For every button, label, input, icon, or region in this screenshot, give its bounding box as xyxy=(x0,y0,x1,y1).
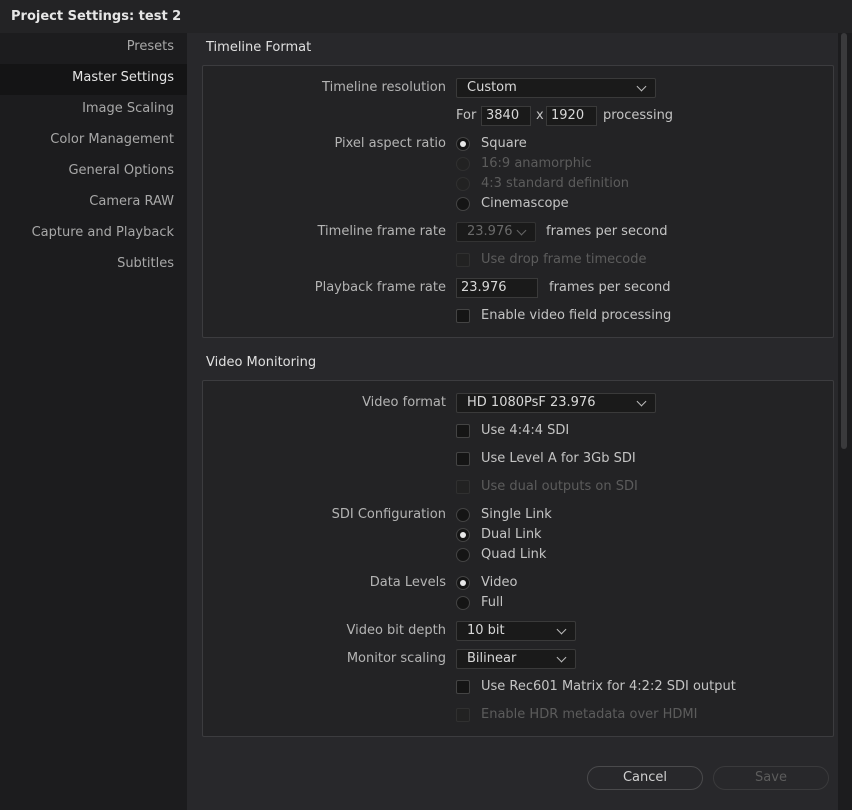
data-levels-video-label: Video xyxy=(481,575,518,590)
settings-sidebar: Presets Master Settings Image Scaling Co… xyxy=(0,33,187,810)
video-bit-depth-value: 10 bit xyxy=(467,623,505,638)
video-bit-depth-dropdown[interactable]: 10 bit xyxy=(456,621,576,641)
rec601-matrix-checkbox[interactable] xyxy=(456,680,470,694)
timeline-frame-rate-dropdown[interactable]: 23.976 xyxy=(456,222,536,242)
use-444-sdi-label: Use 4:4:4 SDI xyxy=(481,423,570,438)
timeline-frame-rate-value: 23.976 xyxy=(467,224,513,239)
par-standard-definition-radio[interactable] xyxy=(456,177,470,191)
use-444-sdi-checkbox[interactable] xyxy=(456,424,470,438)
monitor-scaling-value: Bilinear xyxy=(467,651,517,666)
par-cinemascope-label: Cinemascope xyxy=(481,196,569,211)
sidebar-item-image-scaling[interactable]: Image Scaling xyxy=(0,95,187,126)
pixel-aspect-ratio-label: Pixel aspect ratio xyxy=(334,136,446,151)
timeline-resolution-dropdown[interactable]: Custom xyxy=(456,78,656,98)
monitor-scaling-dropdown[interactable]: Bilinear xyxy=(456,649,576,669)
par-square-label: Square xyxy=(481,136,527,151)
title-bar: Project Settings: test 2 xyxy=(0,0,852,34)
timeline-resolution-label: Timeline resolution xyxy=(322,80,446,95)
window-title: Project Settings: test 2 xyxy=(11,9,182,24)
timeline-resolution-value: Custom xyxy=(467,80,517,95)
sdi-quad-link-radio[interactable] xyxy=(456,548,470,562)
chevron-down-icon xyxy=(636,396,647,407)
sidebar-item-color-management[interactable]: Color Management xyxy=(0,126,187,157)
sdi-single-link-radio[interactable] xyxy=(456,508,470,522)
data-levels-full-label: Full xyxy=(481,595,504,610)
processing-label: processing xyxy=(603,108,674,123)
par-square-radio[interactable] xyxy=(456,137,470,151)
video-format-dropdown[interactable]: HD 1080PsF 23.976 xyxy=(456,393,656,413)
timeline-fps-label: frames per second xyxy=(546,224,668,239)
hdr-metadata-checkbox[interactable] xyxy=(456,708,470,722)
chevron-down-icon xyxy=(556,652,567,663)
settings-content: Timeline Format Timeline resolution Cust… xyxy=(187,33,838,810)
timeline-frame-rate-label: Timeline frame rate xyxy=(317,224,447,239)
rec601-matrix-label: Use Rec601 Matrix for 4:2:2 SDI output xyxy=(481,679,736,694)
save-button[interactable]: Save xyxy=(713,766,829,790)
drop-frame-label: Use drop frame timecode xyxy=(481,252,647,267)
playback-frame-rate-input[interactable]: 23.976 xyxy=(456,278,538,298)
hdr-metadata-label: Enable HDR metadata over HDMI xyxy=(481,707,698,722)
sidebar-item-capture-and-playback[interactable]: Capture and Playback xyxy=(0,219,187,250)
field-processing-label: Enable video field processing xyxy=(481,308,672,323)
playback-fps-label: frames per second xyxy=(549,280,671,295)
dual-outputs-label: Use dual outputs on SDI xyxy=(481,479,638,494)
sdi-single-link-label: Single Link xyxy=(481,507,552,522)
chevron-down-icon xyxy=(636,81,647,92)
sdi-dual-link-radio[interactable] xyxy=(456,528,470,542)
par-anamorphic-label: 16:9 anamorphic xyxy=(481,156,592,171)
x-label: x xyxy=(536,108,544,123)
chevron-down-icon xyxy=(556,624,567,635)
sidebar-item-master-settings[interactable]: Master Settings xyxy=(0,64,187,95)
sdi-configuration-label: SDI Configuration xyxy=(331,507,446,522)
video-monitoring-panel: Video format HD 1080PsF 23.976 Use 4:4:4… xyxy=(202,380,834,737)
dual-outputs-checkbox[interactable] xyxy=(456,480,470,494)
data-levels-label: Data Levels xyxy=(369,575,446,590)
field-processing-checkbox[interactable] xyxy=(456,309,470,323)
chevron-down-icon xyxy=(516,225,527,236)
use-level-a-checkbox[interactable] xyxy=(456,452,470,466)
par-cinemascope-radio[interactable] xyxy=(456,197,470,211)
vertical-scrollbar[interactable] xyxy=(838,33,852,810)
playback-frame-rate-label: Playback frame rate xyxy=(314,280,446,295)
cancel-button[interactable]: Cancel xyxy=(587,766,703,790)
resolution-height-input[interactable]: 1920 xyxy=(546,106,597,126)
sdi-dual-link-label: Dual Link xyxy=(481,527,542,542)
video-bit-depth-label: Video bit depth xyxy=(346,623,447,638)
data-levels-full-radio[interactable] xyxy=(456,596,470,610)
monitor-scaling-label: Monitor scaling xyxy=(346,651,446,666)
sdi-quad-link-label: Quad Link xyxy=(481,547,547,562)
scrollbar-thumb[interactable] xyxy=(841,33,847,449)
sidebar-item-general-options[interactable]: General Options xyxy=(0,157,187,188)
video-monitoring-heading: Video Monitoring xyxy=(206,355,317,370)
sidebar-item-camera-raw[interactable]: Camera RAW xyxy=(0,188,187,219)
use-level-a-label: Use Level A for 3Gb SDI xyxy=(481,451,636,466)
data-levels-video-radio[interactable] xyxy=(456,576,470,590)
drop-frame-checkbox[interactable] xyxy=(456,253,470,267)
sidebar-item-subtitles[interactable]: Subtitles xyxy=(0,250,187,281)
par-anamorphic-radio[interactable] xyxy=(456,157,470,171)
timeline-format-heading: Timeline Format xyxy=(206,40,312,55)
resolution-width-input[interactable]: 3840 xyxy=(481,106,531,126)
video-format-value: HD 1080PsF 23.976 xyxy=(467,395,596,410)
sidebar-item-presets[interactable]: Presets xyxy=(0,33,187,64)
timeline-format-panel: Timeline resolution Custom For 3840 x 19… xyxy=(202,65,834,338)
for-label: For xyxy=(456,108,477,123)
video-format-label: Video format xyxy=(362,395,446,410)
par-standard-definition-label: 4:3 standard definition xyxy=(481,176,630,191)
